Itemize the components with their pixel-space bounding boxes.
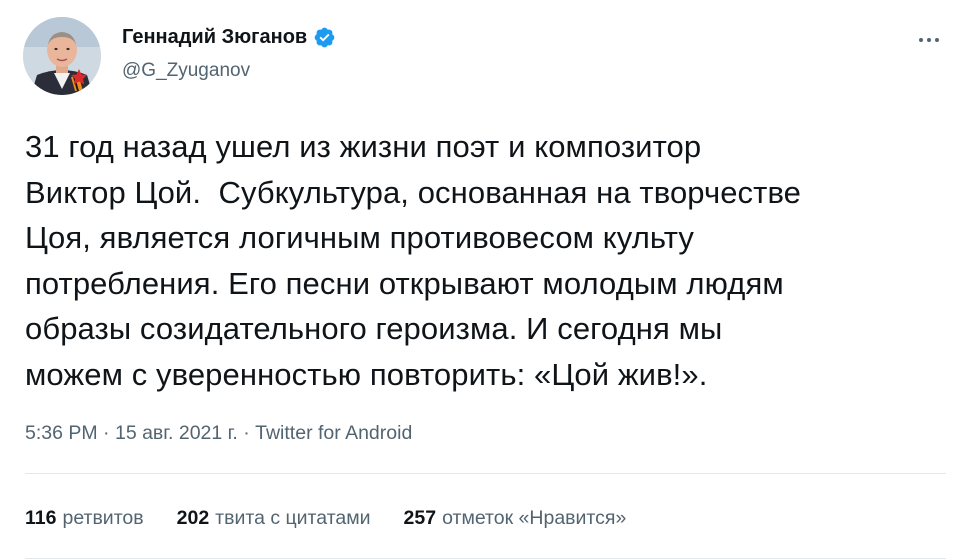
quotes-stat[interactable]: 202 твита с цитатами	[177, 505, 371, 531]
likes-label: отметок «Нравится»	[442, 507, 627, 529]
likes-count: 257	[403, 507, 437, 529]
meta-separator: ·	[243, 422, 256, 444]
more-dot	[927, 38, 931, 42]
author-avatar[interactable]	[23, 17, 101, 95]
retweets-stat[interactable]: 116 ретвитов	[25, 505, 144, 531]
tweet-time[interactable]: 5:36 PM	[25, 422, 98, 444]
verified-badge-icon	[313, 26, 336, 49]
quotes-label: твита с цитатами	[215, 507, 371, 529]
quotes-count: 202	[176, 507, 210, 529]
tweet-card: Геннадий Зюганов @G_Zyuganov 31 год наза…	[0, 0, 966, 559]
retweets-label: ретвитов	[62, 507, 144, 529]
meta-separator: ·	[103, 422, 115, 444]
tweet-metadata: 5:36 PM · 15 авг. 2021 г. · Twitter for …	[25, 420, 412, 446]
avatar-photo-icon	[23, 17, 101, 95]
more-dot	[919, 38, 923, 42]
more-dot	[935, 38, 939, 42]
author-name[interactable]: Геннадий Зюганов	[122, 24, 336, 50]
author-handle[interactable]: @G_Zyuganov	[122, 59, 250, 83]
tweet-source[interactable]: Twitter for Android	[255, 422, 412, 444]
author-name-text[interactable]: Геннадий Зюганов	[122, 24, 307, 50]
tweet-text: 31 год назад ушел из жизни поэт и композ…	[25, 129, 802, 392]
tweet-stats: 116 ретвитов 202 твита с цитатами 257 от…	[25, 505, 626, 531]
divider	[25, 473, 946, 474]
likes-stat[interactable]: 257 отметок «Нравится»	[404, 505, 627, 531]
more-options-button[interactable]	[905, 22, 953, 58]
tweet-date[interactable]: 15 авг. 2021 г.	[115, 422, 238, 444]
retweets-count: 116	[25, 507, 57, 529]
